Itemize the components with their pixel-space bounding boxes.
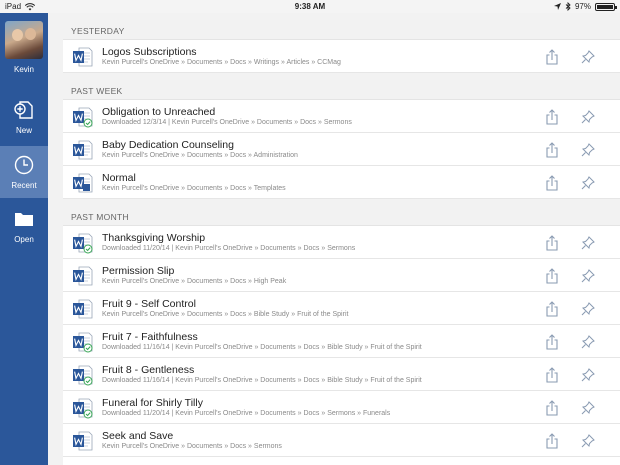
- file-title: Thanksgiving Worship: [102, 232, 206, 244]
- battery-percent: 97%: [574, 2, 591, 11]
- share-icon[interactable]: [545, 301, 559, 317]
- share-icon[interactable]: [545, 142, 559, 158]
- file-title: Seek and Save: [102, 430, 174, 442]
- pin-icon[interactable]: [581, 110, 595, 124]
- device-name: iPad: [5, 2, 22, 11]
- word-template-icon: [72, 172, 94, 194]
- sidebar-item-new[interactable]: New: [0, 91, 48, 143]
- word-document-icon: [72, 298, 94, 320]
- word-document-icon: [72, 397, 94, 419]
- file-title: Permission Slip: [102, 265, 175, 277]
- file-path: Downloaded 11/20/14 | Kevin Purcell's On…: [102, 410, 391, 417]
- file-path: Downloaded 11/20/14 | Kevin Purcell's On…: [102, 245, 356, 252]
- sidebar-item-label: New: [15, 125, 32, 135]
- file-path: Kevin Purcell's OneDrive » Documents » D…: [102, 311, 349, 318]
- sidebar-item-recent[interactable]: Recent: [0, 146, 48, 198]
- status-time: 9:38 AM: [294, 2, 326, 11]
- new-document-icon: [14, 100, 33, 119]
- wifi-icon: [25, 2, 36, 10]
- file-path: Kevin Purcell's OneDrive » Documents » D…: [102, 443, 282, 450]
- battery-icon: [595, 2, 617, 11]
- pin-icon[interactable]: [581, 50, 595, 64]
- word-document-icon: [72, 364, 94, 386]
- share-icon[interactable]: [545, 268, 559, 284]
- pin-icon[interactable]: [581, 176, 595, 190]
- share-icon[interactable]: [545, 334, 559, 350]
- share-icon[interactable]: [545, 49, 559, 65]
- word-document-icon: [72, 265, 94, 287]
- pin-icon[interactable]: [581, 401, 595, 415]
- clock-icon: [14, 155, 34, 174]
- folder-icon: [15, 212, 33, 226]
- file-title: Fruit 8 - Gentleness: [102, 364, 195, 376]
- share-icon[interactable]: [545, 175, 559, 191]
- section-header: PAST WEEK: [63, 73, 620, 100]
- file-path: Kevin Purcell's OneDrive » Documents » D…: [102, 152, 298, 159]
- file-path: Downloaded 11/16/14 | Kevin Purcell's On…: [102, 344, 422, 351]
- file-title: Fruit 9 - Self Control: [102, 298, 196, 310]
- file-path: Kevin Purcell's OneDrive » Documents » D…: [102, 278, 287, 285]
- pin-icon[interactable]: [581, 434, 595, 448]
- sidebar: Kevin New Recent Open: [0, 13, 48, 465]
- word-document-icon: [72, 331, 94, 353]
- file-row[interactable]: Funeral for Shirly Tilly Downloaded 11/2…: [63, 391, 620, 424]
- file-row[interactable]: Obligation to Unreached Downloaded 12/3/…: [63, 100, 620, 133]
- file-row[interactable]: Fruit 8 - Gentleness Downloaded 11/16/14…: [63, 358, 620, 391]
- file-path: Downloaded 11/16/14 | Kevin Purcell's On…: [102, 377, 422, 384]
- file-title: Logos Subscriptions: [102, 46, 197, 58]
- file-row[interactable]: Thanksgiving Worship Downloaded 11/20/14…: [63, 226, 620, 259]
- sidebar-item-label: Open: [14, 234, 34, 244]
- pin-icon[interactable]: [581, 143, 595, 157]
- word-document-icon: [72, 139, 94, 161]
- share-icon[interactable]: [545, 235, 559, 251]
- sidebar-item-open[interactable]: Open: [0, 200, 48, 252]
- file-path: Downloaded 12/3/14 | Kevin Purcell's One…: [102, 119, 352, 126]
- word-document-icon: [72, 106, 94, 128]
- share-icon[interactable]: [545, 109, 559, 125]
- file-title: Funeral for Shirly Tilly: [102, 397, 203, 409]
- file-row[interactable]: Baby Dedication Counseling Kevin Purcell…: [63, 133, 620, 166]
- file-row[interactable]: Permission Slip Kevin Purcell's OneDrive…: [63, 259, 620, 292]
- pin-icon[interactable]: [581, 236, 595, 250]
- file-title: Normal: [102, 172, 136, 184]
- file-path: Kevin Purcell's OneDrive » Documents » D…: [102, 59, 341, 66]
- file-row[interactable]: Fruit 7 - Faithfulness Downloaded 11/16/…: [63, 325, 620, 358]
- word-document-icon: [72, 430, 94, 452]
- file-row[interactable]: Logos Subscriptions Kevin Purcell's OneD…: [63, 40, 620, 73]
- avatar[interactable]: [5, 21, 43, 59]
- section-header: PAST MONTH: [63, 199, 620, 226]
- section-header: YESTERDAY: [63, 13, 620, 40]
- share-icon[interactable]: [545, 367, 559, 383]
- file-row[interactable]: Normal Kevin Purcell's OneDrive » Docume…: [63, 166, 620, 199]
- file-path: Kevin Purcell's OneDrive » Documents » D…: [102, 185, 286, 192]
- pin-icon[interactable]: [581, 302, 595, 316]
- file-title: Fruit 7 - Faithfulness: [102, 331, 198, 343]
- word-document-icon: [72, 232, 94, 254]
- pin-icon[interactable]: [581, 335, 595, 349]
- share-icon[interactable]: [545, 433, 559, 449]
- location-icon: [553, 3, 561, 10]
- word-document-icon: [72, 46, 94, 68]
- file-row[interactable]: Fruit 9 - Self Control Kevin Purcell's O…: [63, 292, 620, 325]
- status-bar: iPad 9:38 AM 97%: [0, 0, 620, 13]
- file-title: Baby Dedication Counseling: [102, 139, 234, 151]
- pin-icon[interactable]: [581, 269, 595, 283]
- bluetooth-icon: [565, 2, 571, 11]
- file-title: Obligation to Unreached: [102, 106, 216, 118]
- file-row[interactable]: Seek and Save Kevin Purcell's OneDrive »…: [63, 424, 620, 457]
- sidebar-item-label: Recent: [11, 180, 37, 190]
- pin-icon[interactable]: [581, 368, 595, 382]
- user-name: Kevin: [13, 65, 34, 74]
- recent-documents-list: YESTERDAY Logos Subscriptions Kevin Purc…: [63, 13, 620, 465]
- share-icon[interactable]: [545, 400, 559, 416]
